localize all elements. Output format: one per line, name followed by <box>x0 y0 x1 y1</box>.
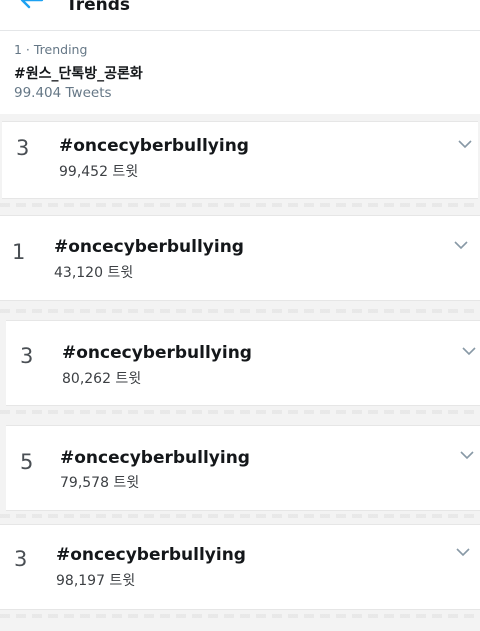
divider <box>0 614 480 618</box>
trend-count: 99,452 트윗 <box>59 164 139 180</box>
trend-rank: 5 <box>20 450 34 474</box>
trend-item-top[interactable]: 1 · Trending #원스_단톡방_공론화 99.404 Tweets <box>0 31 480 114</box>
trend-rank: 3 <box>14 547 28 571</box>
trend-count: 43,120 트윗 <box>54 265 134 281</box>
trend-hashtag: #oncecyberbullying <box>60 448 250 468</box>
back-arrow-icon[interactable] <box>18 0 44 14</box>
trend-card[interactable]: 1 #oncecyberbullying 43,120 트윗 <box>0 215 480 301</box>
trend-rank: 1 <box>12 240 26 264</box>
chevron-down-icon[interactable] <box>456 547 470 557</box>
app-header: Trends <box>0 0 480 31</box>
trend-count: 99.404 Tweets <box>14 85 112 101</box>
trend-card[interactable]: 3 #oncecyberbullying 99,452 트윗 <box>2 121 478 199</box>
trend-count: 79,578 트윗 <box>60 475 140 491</box>
trend-rank: 3 <box>20 344 34 368</box>
trend-card[interactable]: 3 #oncecyberbullying 98,197 트윗 <box>0 524 480 610</box>
trend-hashtag: #oncecyberbullying <box>59 136 249 156</box>
divider <box>0 514 480 518</box>
chevron-down-icon[interactable] <box>458 139 472 149</box>
trend-count: 98,197 트윗 <box>56 573 136 589</box>
trend-meta: 1 · Trending <box>14 42 88 57</box>
trend-hashtag: #oncecyberbullying <box>56 545 246 565</box>
divider <box>0 309 480 313</box>
page-title: Trends <box>66 0 131 15</box>
trend-rank: 3 <box>16 136 30 160</box>
trend-card[interactable]: 5 #oncecyberbullying 79,578 트윗 <box>6 425 480 511</box>
chevron-down-icon[interactable] <box>462 346 476 356</box>
trend-hashtag: #oncecyberbullying <box>62 343 252 363</box>
divider <box>0 203 480 207</box>
trend-hashtag: #oncecyberbullying <box>54 237 244 257</box>
divider <box>0 410 480 414</box>
trend-name: #원스_단톡방_공론화 <box>14 66 143 82</box>
trend-count: 80,262 트윗 <box>62 371 142 387</box>
trend-card[interactable]: 3 #oncecyberbullying 80,262 트윗 <box>6 320 480 406</box>
chevron-down-icon[interactable] <box>454 240 468 250</box>
chevron-down-icon[interactable] <box>460 450 474 460</box>
